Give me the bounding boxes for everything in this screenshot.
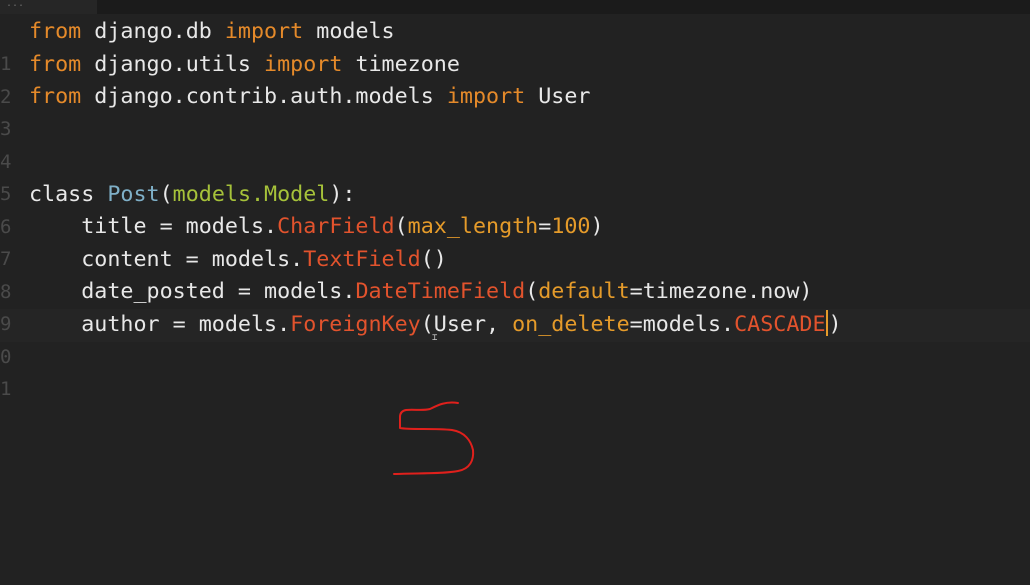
text-cursor xyxy=(825,310,828,336)
line-number: 1 xyxy=(0,378,12,400)
paren-open: ( xyxy=(159,182,173,207)
keyword-from: from xyxy=(29,52,82,77)
code-line-1[interactable]: 1 from django.db import models xyxy=(0,16,1030,75)
paren-close: ) xyxy=(828,312,842,337)
code-text: date_posted = models.DateTimeField(defau… xyxy=(29,276,812,308)
mouse-ibeam-icon: ⌶ xyxy=(432,333,438,343)
assignment: title = models. xyxy=(29,214,278,239)
number-literal: 100 xyxy=(551,214,591,239)
module-name: django.utils xyxy=(81,52,265,77)
code-line-4[interactable]: 4 xyxy=(0,114,1030,173)
code-text: from django.db import models xyxy=(29,16,395,48)
paren-close: ) xyxy=(590,214,604,239)
module-name: django.contrib.auth.models xyxy=(81,84,447,109)
code-text: from django.utils import timezone xyxy=(29,49,460,81)
field-type: CharField xyxy=(277,214,395,239)
assignment: date_posted = models. xyxy=(29,279,356,304)
code-text: title = models.CharField(max_length=100) xyxy=(29,211,604,243)
code-line-11[interactable]: 1 xyxy=(0,341,1030,400)
keyword-import: import xyxy=(446,84,526,109)
field-type: TextField xyxy=(303,247,421,272)
keyword-class: class xyxy=(29,182,95,207)
code-editor[interactable]: ... 1 from django.db import models 2 fro… xyxy=(0,0,1030,585)
kwarg-value: =models. xyxy=(629,312,735,337)
module-name: django.db xyxy=(81,19,225,44)
constant-cascade: CASCADE xyxy=(734,312,826,337)
kwarg-name: on_delete xyxy=(512,312,630,337)
keyword-import: import xyxy=(264,52,343,77)
code-text: class Post(models.Model): xyxy=(29,179,355,211)
class-name: Post xyxy=(107,182,160,207)
code-line-6[interactable]: 6 class Post(models.Model): xyxy=(0,179,1030,238)
keyword-from: from xyxy=(29,84,82,109)
code-line-7[interactable]: 7 title = models.CharField(max_length=10… xyxy=(0,211,1030,270)
keyword-from: from xyxy=(29,19,82,44)
code-text: content = models.TextField() xyxy=(29,244,447,276)
keyword-import: import xyxy=(224,19,304,44)
field-type: ForeignKey xyxy=(290,312,421,337)
imported-name: models xyxy=(303,19,395,44)
field-type: DateTimeField xyxy=(355,279,526,304)
handwritten-s-scribble-icon xyxy=(393,401,475,475)
code-line-9[interactable]: 9 date_posted = models.DateTimeField(def… xyxy=(0,276,1030,335)
code-line-10[interactable]: 0 author = models.ForeignKey(User, on_de… xyxy=(0,309,1030,368)
imported-name: User xyxy=(525,84,591,109)
base-class: models.Model xyxy=(172,182,330,207)
tab-bar: ... xyxy=(0,0,1030,14)
kwarg-name: default xyxy=(538,279,630,304)
tab-file[interactable]: ... xyxy=(0,0,97,14)
code-line-5[interactable]: 5 xyxy=(0,146,1030,205)
equals: = xyxy=(538,214,552,239)
kwarg-name: max_length xyxy=(407,214,539,239)
imported-name: timezone xyxy=(342,52,460,77)
code-line-2[interactable]: 2 from django.utils import timezone xyxy=(0,49,1030,108)
paren-open: ( xyxy=(394,214,408,239)
parens: () xyxy=(420,247,447,272)
assignment: author = models. xyxy=(29,312,291,337)
paren-open: ( xyxy=(525,279,539,304)
kwarg-value: =timezone.now) xyxy=(629,279,813,304)
paren-close-colon: ): xyxy=(329,182,356,207)
code-text: from django.contrib.auth.models import U… xyxy=(29,81,590,113)
code-line-8[interactable]: 8 content = models.TextField() xyxy=(0,244,1030,303)
assignment: content = models. xyxy=(29,247,304,272)
code-line-3[interactable]: 3 from django.contrib.auth.models import… xyxy=(0,81,1030,140)
